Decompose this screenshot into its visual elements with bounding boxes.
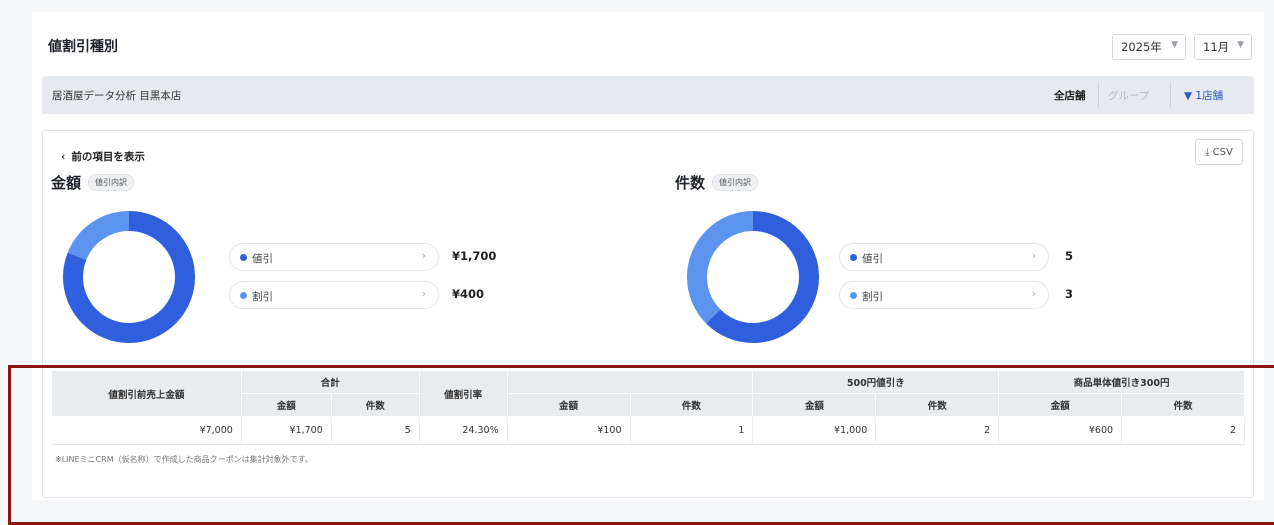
legend-value: ¥400 [452, 287, 485, 301]
legend-dot [240, 254, 247, 261]
chevron-down-icon: ▼ [1171, 40, 1178, 50]
sub-count: 件数 [629, 393, 754, 417]
legend-label: 割引 [862, 291, 883, 303]
chevron-left-icon: ‹ [61, 150, 66, 163]
table-cell: 2 [875, 416, 1000, 445]
count-title: 件数 [675, 174, 706, 192]
back-link-label: 前の項目を表示 [71, 151, 145, 163]
count-legend-discount[interactable]: 値引 › [839, 243, 1049, 271]
chevron-right-icon: › [421, 250, 426, 262]
year-select-value: 2025年 [1121, 40, 1162, 54]
chevron-right-icon: › [421, 288, 426, 300]
csv-label: CSV [1212, 146, 1233, 158]
store-name: 居酒屋データ分析 目黒本店 [52, 90, 182, 102]
amount-title: 金額 [51, 174, 82, 192]
table-cell: 2 [1121, 416, 1245, 445]
chevron-down-icon: ▼ [1237, 40, 1244, 50]
sub-amount: 金額 [506, 393, 631, 417]
count-section-title: 件数 値引内訳 [675, 172, 759, 193]
table-row: ¥7,000 ¥1,700 5 24.30% ¥100 1 ¥1,000 2 ¥… [51, 416, 1245, 445]
footnote: ※LINEミニCRM（仮名称）で作成した商品クーポンは集計対象外です。 [55, 455, 313, 464]
header-group-blank [506, 370, 754, 394]
breakdown-card: ‹ 前の項目を表示 ⤓ CSV 金額 値引内訳 件数 値引内訳 値引 › ¥1,… [42, 130, 1254, 498]
header-rate: 値割引率 [418, 370, 508, 417]
divider [1170, 82, 1171, 108]
legend-label: 値引 [252, 253, 273, 265]
divider [1098, 82, 1099, 108]
month-select-value: 11月 [1203, 40, 1230, 54]
legend-value: 5 [1065, 249, 1074, 263]
sub-count: 件数 [330, 393, 420, 417]
year-select[interactable]: 2025年 ▼ [1112, 34, 1186, 60]
legend-dot [240, 292, 247, 299]
amount-legend-percent-off[interactable]: 割引 › [229, 281, 439, 309]
chevron-right-icon: › [1031, 288, 1036, 300]
amount-legend-discount[interactable]: 値引 › [229, 243, 439, 271]
table-cell: ¥100 [507, 416, 631, 445]
amount-donut-chart [63, 211, 195, 343]
amount-tag: 値引内訳 [88, 174, 135, 191]
segment-one-store-label: 1店舗 [1195, 90, 1224, 102]
store-bar: 居酒屋データ分析 目黒本店 全店舗 グループ ▼ 1店舗 [42, 76, 1254, 114]
chevron-right-icon: › [1031, 250, 1036, 262]
sub-amount: 金額 [752, 393, 877, 417]
main-panel: 値割引種別 2025年 ▼ 11月 ▼ 居酒屋データ分析 目黒本店 全店舗 グル… [32, 12, 1264, 500]
month-select[interactable]: 11月 ▼ [1194, 34, 1252, 60]
legend-dot [850, 292, 857, 299]
table-cell: ¥600 [998, 416, 1123, 445]
segment-group[interactable]: グループ [1108, 88, 1149, 103]
table-cell: 24.30% [419, 416, 508, 445]
sub-count: 件数 [875, 393, 1000, 417]
sub-amount: 金額 [998, 393, 1123, 417]
header-500-off: 500円値引き [752, 370, 1000, 394]
legend-label: 値引 [862, 253, 883, 265]
header-item-300-off: 商品単体値引き300円 [998, 370, 1245, 394]
count-legend-percent-off[interactable]: 割引 › [839, 281, 1049, 309]
sub-amount: 金額 [240, 393, 332, 417]
header-pre-sales: 値割引前売上金額 [51, 370, 242, 417]
table-cell: ¥1,700 [241, 416, 332, 445]
filter-icon: ▼ [1184, 90, 1193, 102]
legend-value: 3 [1065, 287, 1074, 301]
download-icon: ⤓ [1205, 146, 1210, 158]
segment-all-stores[interactable]: 全店舗 [1054, 88, 1086, 103]
header-total: 合計 [240, 370, 420, 394]
amount-section-title: 金額 値引内訳 [51, 172, 135, 193]
table-cell: 5 [331, 416, 420, 445]
segment-one-store[interactable]: ▼ 1店舗 [1184, 88, 1223, 103]
csv-download-button[interactable]: ⤓ CSV [1195, 139, 1243, 165]
discount-table: 値割引前売上金額 合計 値割引率 500円値引き 商品単体値引き300円 金額 … [51, 370, 1245, 445]
legend-dot [850, 254, 857, 261]
legend-value: ¥1,700 [452, 249, 497, 263]
sub-count: 件数 [1121, 393, 1245, 417]
legend-label: 割引 [252, 291, 273, 303]
table-cell: ¥1,000 [752, 416, 877, 445]
table-cell: 1 [630, 416, 754, 445]
table-cell: ¥7,000 [51, 416, 242, 445]
page-title: 値割引種別 [48, 39, 118, 55]
count-tag: 値引内訳 [712, 174, 759, 191]
back-link[interactable]: ‹ 前の項目を表示 [61, 149, 145, 164]
count-donut-chart [687, 211, 819, 343]
